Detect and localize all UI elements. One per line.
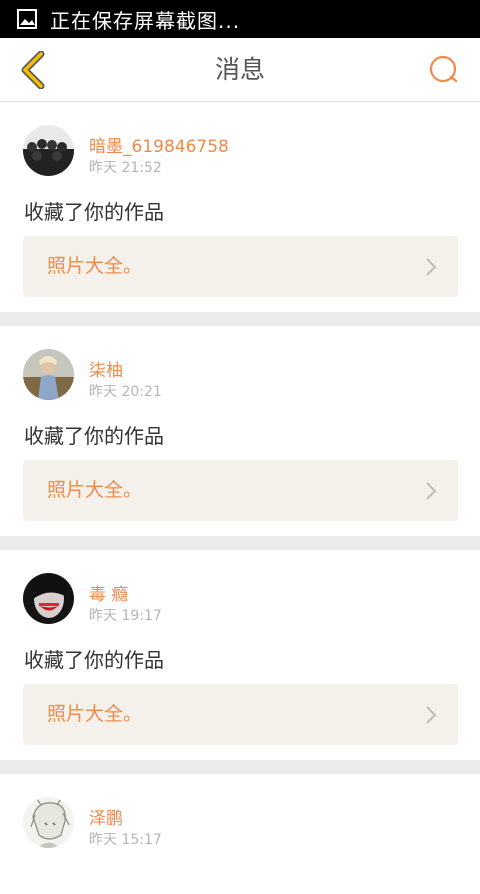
sender-name[interactable]: 泽鹏 xyxy=(89,804,123,829)
chevron-right-icon xyxy=(426,258,437,276)
avatar[interactable] xyxy=(23,573,74,624)
sender-name[interactable]: 暗墨_619846758 xyxy=(89,132,229,157)
page-title: 消息 xyxy=(214,55,265,84)
work-link[interactable]: 照片大全。 xyxy=(23,684,458,745)
divider xyxy=(0,536,480,550)
avatar[interactable] xyxy=(23,125,74,176)
sender-name[interactable]: 毒 瘾 xyxy=(89,580,128,605)
status-bar: 正在保存屏幕截图... xyxy=(0,0,480,38)
avatar[interactable] xyxy=(23,349,74,400)
message-time: 昨天 21:52 xyxy=(89,160,162,176)
chevron-right-icon xyxy=(426,706,437,724)
work-title: 照片大全。 xyxy=(47,255,143,277)
sender-name[interactable]: 柒柚 xyxy=(89,356,123,381)
message-time: 昨天 19:17 xyxy=(89,608,162,624)
message-item[interactable]: 泽鹏 昨天 15:17 xyxy=(0,774,480,894)
search-button[interactable] xyxy=(426,52,462,88)
work-title: 照片大全。 xyxy=(47,703,143,725)
message-list: 暗墨_619846758 昨天 21:52 收藏了你的作品 照片大全。 柒柚 昨… xyxy=(0,102,480,894)
message-text: 收藏了你的作品 xyxy=(24,424,164,448)
image-icon xyxy=(17,9,37,29)
message-item[interactable]: 毒 瘾 昨天 19:17 收藏了你的作品 照片大全。 xyxy=(0,550,480,760)
app-bar: 消息 xyxy=(0,38,480,102)
work-link[interactable]: 照片大全。 xyxy=(23,460,458,521)
work-link[interactable]: 照片大全。 xyxy=(23,236,458,297)
message-time: 昨天 20:21 xyxy=(89,384,162,400)
message-text: 收藏了你的作品 xyxy=(24,648,164,672)
message-item[interactable]: 柒柚 昨天 20:21 收藏了你的作品 照片大全。 xyxy=(0,326,480,536)
message-time: 昨天 15:17 xyxy=(89,832,162,848)
divider xyxy=(0,760,480,774)
message-item[interactable]: 暗墨_619846758 昨天 21:52 收藏了你的作品 照片大全。 xyxy=(0,102,480,312)
avatar[interactable] xyxy=(23,797,74,848)
chevron-right-icon xyxy=(426,482,437,500)
status-text: 正在保存屏幕截图... xyxy=(50,8,241,33)
divider xyxy=(0,312,480,326)
search-icon xyxy=(429,55,458,83)
message-text: 收藏了你的作品 xyxy=(24,200,164,224)
work-title: 照片大全。 xyxy=(47,479,143,501)
